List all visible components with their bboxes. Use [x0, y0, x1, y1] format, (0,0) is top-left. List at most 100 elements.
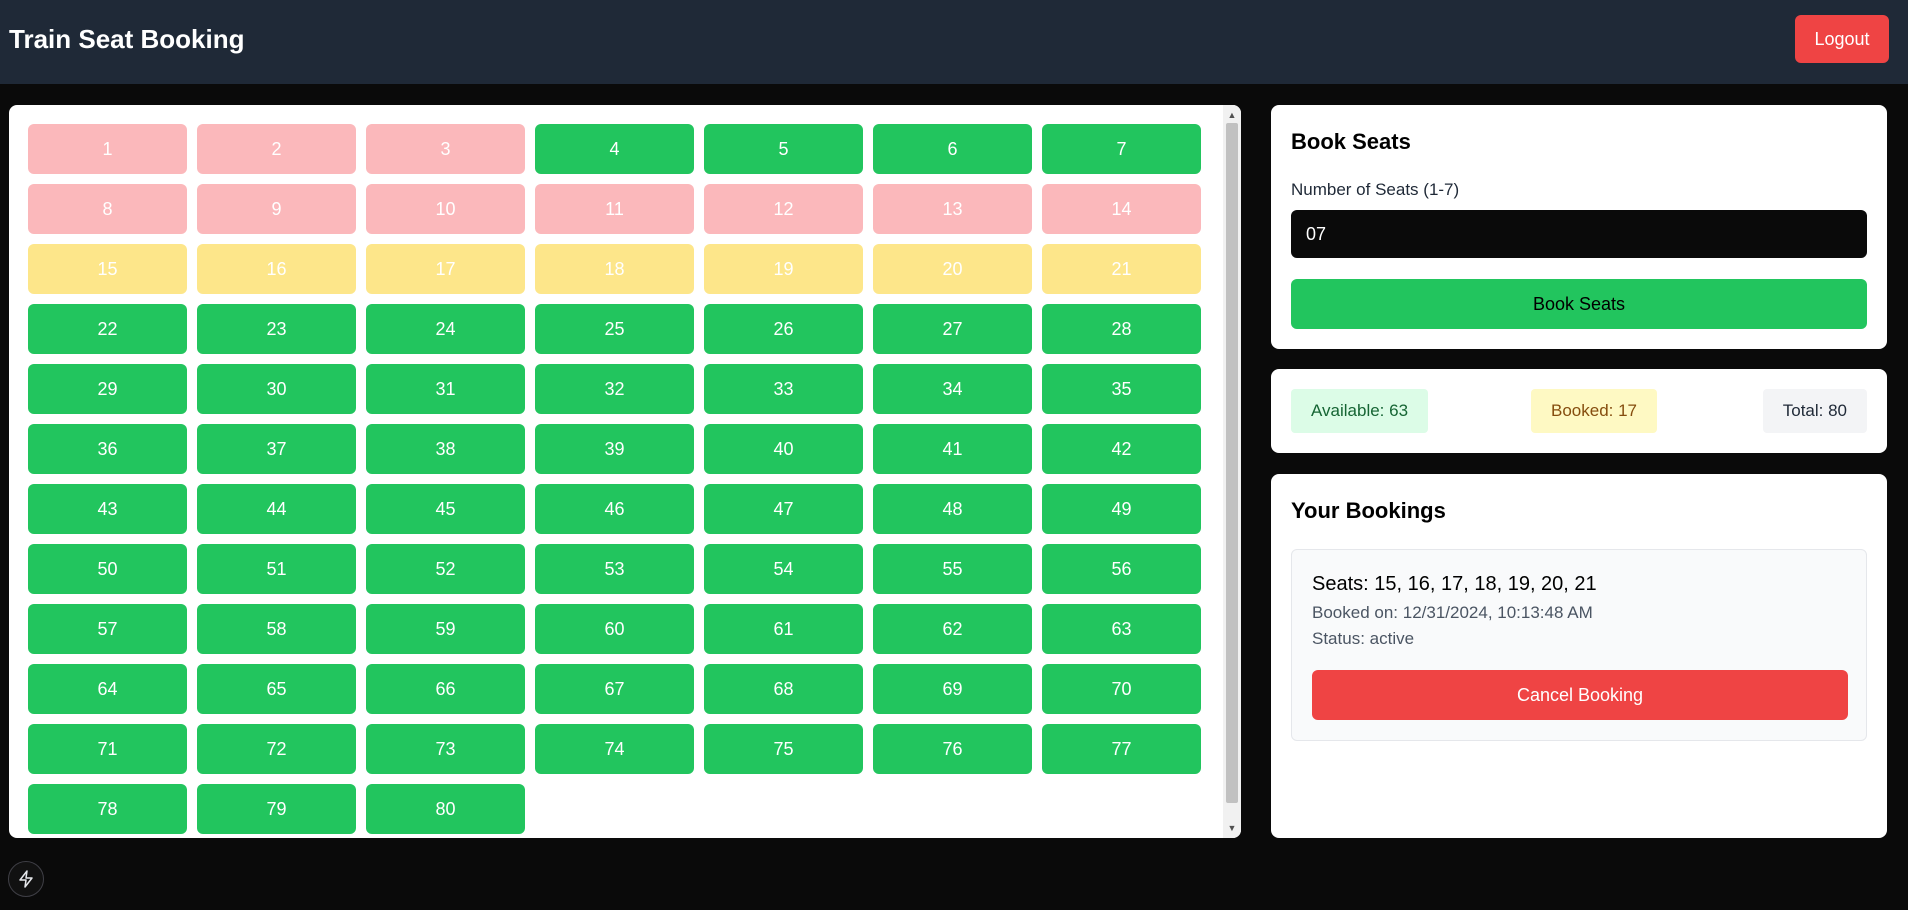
seat-61[interactable]: 61: [704, 604, 863, 654]
seat-3[interactable]: 3: [366, 124, 525, 174]
seat-24[interactable]: 24: [366, 304, 525, 354]
seat-8[interactable]: 8: [28, 184, 187, 234]
seat-18[interactable]: 18: [535, 244, 694, 294]
seat-7[interactable]: 7: [1042, 124, 1201, 174]
seat-32[interactable]: 32: [535, 364, 694, 414]
seat-71[interactable]: 71: [28, 724, 187, 774]
seat-79[interactable]: 79: [197, 784, 356, 834]
seat-2[interactable]: 2: [197, 124, 356, 174]
logout-button[interactable]: Logout: [1795, 15, 1889, 63]
seat-62[interactable]: 62: [873, 604, 1032, 654]
booking-status: Status: active: [1312, 629, 1415, 648]
seat-34[interactable]: 34: [873, 364, 1032, 414]
book-seats-button[interactable]: Book Seats: [1291, 279, 1867, 329]
seat-25[interactable]: 25: [535, 304, 694, 354]
seat-17[interactable]: 17: [366, 244, 525, 294]
scrollbar-thumb[interactable]: [1226, 123, 1238, 803]
seat-42[interactable]: 42: [1042, 424, 1201, 474]
seat-67[interactable]: 67: [535, 664, 694, 714]
available-count-badge: Available: 63: [1291, 389, 1429, 433]
scroll-down-icon[interactable]: ▼: [1223, 820, 1241, 836]
seat-4[interactable]: 4: [535, 124, 694, 174]
seat-73[interactable]: 73: [366, 724, 525, 774]
seat-28[interactable]: 28: [1042, 304, 1201, 354]
seat-63[interactable]: 63: [1042, 604, 1201, 654]
seat-39[interactable]: 39: [535, 424, 694, 474]
seat-55[interactable]: 55: [873, 544, 1032, 594]
seat-53[interactable]: 53: [535, 544, 694, 594]
seat-26[interactable]: 26: [704, 304, 863, 354]
app-title: Train Seat Booking: [9, 24, 245, 54]
seat-20[interactable]: 20: [873, 244, 1032, 294]
cancel-booking-button[interactable]: Cancel Booking: [1312, 670, 1848, 720]
seat-51[interactable]: 51: [197, 544, 356, 594]
seat-52[interactable]: 52: [366, 544, 525, 594]
lightning-bolt-icon[interactable]: [8, 861, 44, 897]
seat-57[interactable]: 57: [28, 604, 187, 654]
seat-49[interactable]: 49: [1042, 484, 1201, 534]
seat-22[interactable]: 22: [28, 304, 187, 354]
your-bookings-card: Your Bookings Seats: 15, 16, 17, 18, 19,…: [1271, 474, 1887, 838]
seat-29[interactable]: 29: [28, 364, 187, 414]
seat-44[interactable]: 44: [197, 484, 356, 534]
seat-64[interactable]: 64: [28, 664, 187, 714]
seat-1[interactable]: 1: [28, 124, 187, 174]
seat-74[interactable]: 74: [535, 724, 694, 774]
seat-27[interactable]: 27: [873, 304, 1032, 354]
seat-48[interactable]: 48: [873, 484, 1032, 534]
seat-15[interactable]: 15: [28, 244, 187, 294]
seat-47[interactable]: 47: [704, 484, 863, 534]
seat-77[interactable]: 77: [1042, 724, 1201, 774]
seat-70[interactable]: 70: [1042, 664, 1201, 714]
seat-13[interactable]: 13: [873, 184, 1032, 234]
seat-69[interactable]: 69: [873, 664, 1032, 714]
book-seats-heading: Book Seats: [1291, 129, 1411, 154]
seat-36[interactable]: 36: [28, 424, 187, 474]
seat-35[interactable]: 35: [1042, 364, 1201, 414]
seat-59[interactable]: 59: [366, 604, 525, 654]
booking-item: Seats: 15, 16, 17, 18, 19, 20, 21 Booked…: [1291, 549, 1867, 741]
seat-75[interactable]: 75: [704, 724, 863, 774]
seat-45[interactable]: 45: [366, 484, 525, 534]
seat-count-label: Number of Seats (1-7): [1291, 180, 1460, 199]
seat-14[interactable]: 14: [1042, 184, 1201, 234]
seat-43[interactable]: 43: [28, 484, 187, 534]
booking-seats: Seats: 15, 16, 17, 18, 19, 20, 21: [1312, 573, 1597, 595]
lightning-bolt-icon: [19, 870, 33, 888]
seat-50[interactable]: 50: [28, 544, 187, 594]
seat-56[interactable]: 56: [1042, 544, 1201, 594]
seat-80[interactable]: 80: [366, 784, 525, 834]
seat-66[interactable]: 66: [366, 664, 525, 714]
seat-60[interactable]: 60: [535, 604, 694, 654]
seat-30[interactable]: 30: [197, 364, 356, 414]
seat-5[interactable]: 5: [704, 124, 863, 174]
seat-37[interactable]: 37: [197, 424, 356, 474]
seat-23[interactable]: 23: [197, 304, 356, 354]
seat-9[interactable]: 9: [197, 184, 356, 234]
seat-40[interactable]: 40: [704, 424, 863, 474]
seat-19[interactable]: 19: [704, 244, 863, 294]
seat-54[interactable]: 54: [704, 544, 863, 594]
seat-31[interactable]: 31: [366, 364, 525, 414]
seat-78[interactable]: 78: [28, 784, 187, 834]
booked-count-badge: Booked: 17: [1531, 389, 1658, 433]
seat-68[interactable]: 68: [704, 664, 863, 714]
seat-count-input[interactable]: [1291, 210, 1867, 258]
seat-21[interactable]: 21: [1042, 244, 1201, 294]
seat-58[interactable]: 58: [197, 604, 356, 654]
seat-11[interactable]: 11: [535, 184, 694, 234]
scrollbar[interactable]: ▲ ▼: [1223, 105, 1241, 838]
seat-41[interactable]: 41: [873, 424, 1032, 474]
scroll-up-icon[interactable]: ▲: [1223, 107, 1241, 123]
seat-33[interactable]: 33: [704, 364, 863, 414]
seat-38[interactable]: 38: [366, 424, 525, 474]
seat-65[interactable]: 65: [197, 664, 356, 714]
seat-12[interactable]: 12: [704, 184, 863, 234]
book-seats-card: Book Seats Number of Seats (1-7) Book Se…: [1271, 105, 1887, 349]
seat-10[interactable]: 10: [366, 184, 525, 234]
seat-72[interactable]: 72: [197, 724, 356, 774]
seat-6[interactable]: 6: [873, 124, 1032, 174]
seat-76[interactable]: 76: [873, 724, 1032, 774]
seat-46[interactable]: 46: [535, 484, 694, 534]
seat-16[interactable]: 16: [197, 244, 356, 294]
